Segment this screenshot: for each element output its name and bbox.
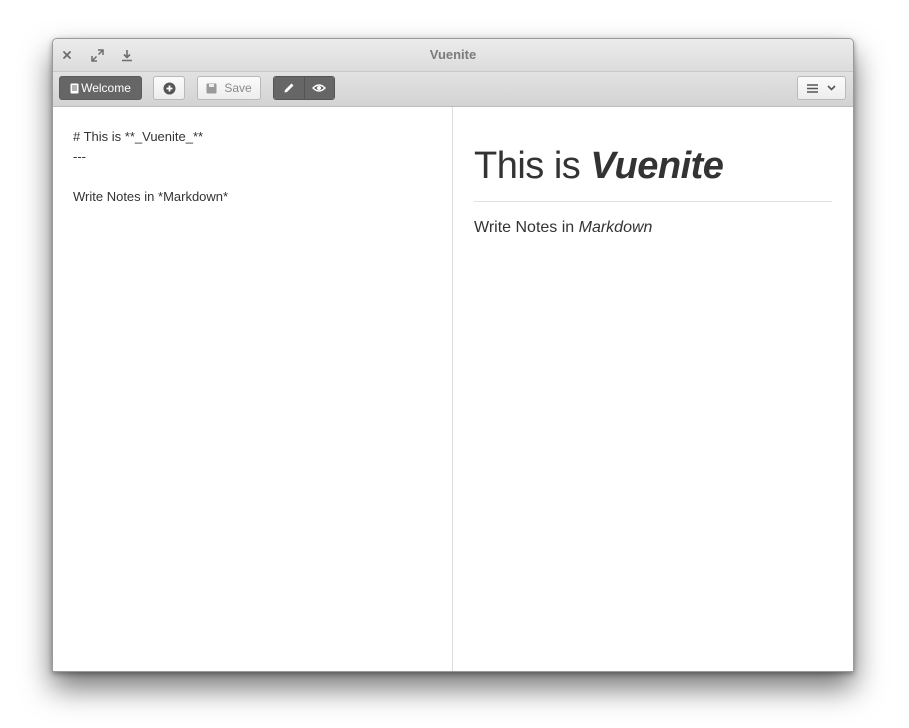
preview-heading-emphasis: Vuenite — [590, 145, 724, 187]
titlebar: Vuenite — [53, 39, 853, 72]
save-button[interactable]: Save — [197, 76, 261, 100]
eye-icon — [312, 84, 327, 92]
markdown-editor[interactable]: # This is **_Vuenite_** --- Write Notes … — [53, 107, 453, 671]
app-window: Vuenite Welcome Save # This is **_Vuenit… — [52, 38, 854, 672]
markdown-preview: This is Vuenite Write Notes in Markdown — [454, 107, 853, 671]
welcome-note-label: Welcome — [81, 81, 131, 95]
preview-heading: This is Vuenite — [474, 145, 724, 188]
menu-button[interactable] — [797, 76, 846, 100]
welcome-note-button[interactable]: Welcome — [59, 76, 142, 100]
preview-divider — [474, 201, 832, 202]
window-title: Vuenite — [429, 47, 477, 62]
save-label: Save — [224, 81, 252, 95]
toolbar: Welcome Save — [53, 72, 853, 107]
preview-paragraph-emphasis: Markdown — [578, 219, 653, 236]
edit-mode-button[interactable] — [274, 77, 305, 99]
editor-line: --- — [73, 149, 86, 164]
view-mode-toggle — [273, 76, 335, 100]
document-icon — [70, 83, 79, 93]
preview-paragraph-prefix: Write Notes in — [474, 219, 579, 236]
editor-line: # This is **_Vuenite_** — [73, 129, 204, 144]
editor-line: Write Notes in *Markdown* — [73, 189, 229, 204]
preview-heading-prefix: This is — [474, 145, 591, 187]
floppy-disk-icon — [206, 83, 217, 93]
preview-paragraph: Write Notes in Markdown — [474, 219, 652, 237]
preview-mode-button[interactable] — [304, 77, 334, 99]
new-note-button[interactable] — [153, 76, 185, 100]
chevron-down-icon — [827, 85, 836, 91]
plus-circle-icon — [163, 82, 175, 94]
hamburger-icon — [807, 83, 818, 93]
pencil-icon — [284, 83, 294, 93]
